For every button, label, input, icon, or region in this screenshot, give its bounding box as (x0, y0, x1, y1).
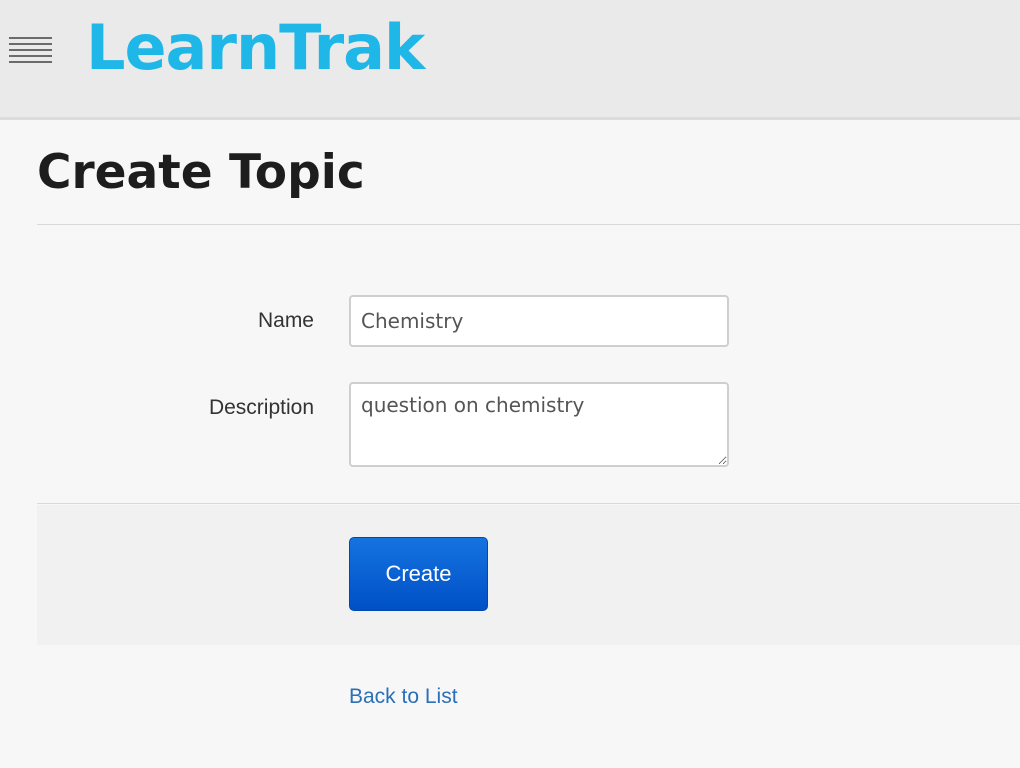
description-label: Description (208, 396, 314, 419)
form-divider (37, 503, 1020, 504)
name-input[interactable] (349, 295, 729, 347)
page-title: Create Topic (37, 145, 365, 200)
hamburger-menu-icon[interactable] (9, 37, 52, 65)
brand-logo[interactable]: LearnTrak (86, 10, 425, 86)
name-label: Name (257, 309, 314, 332)
title-divider (37, 224, 1020, 225)
site-header: LearnTrak (0, 0, 1020, 120)
description-textarea[interactable]: question on chemistry (349, 382, 729, 467)
create-button[interactable]: Create (349, 537, 488, 611)
form-actions (37, 505, 1020, 645)
back-to-list-link[interactable]: Back to List (349, 685, 458, 709)
